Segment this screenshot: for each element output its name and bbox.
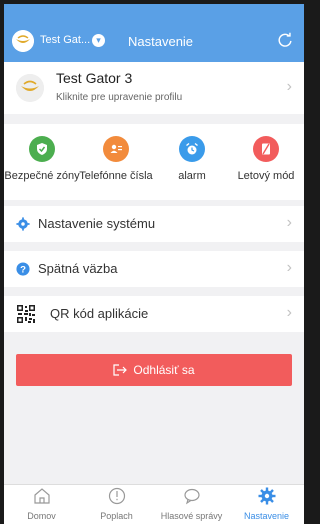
logout-icon [113,364,128,376]
feature-label: Bezpečné zóny [4,170,80,182]
gear-icon [16,217,30,231]
home-icon [33,488,50,504]
menu-feedback[interactable]: ? Spätná väzba › [4,251,304,287]
chevron-right-icon: › [286,304,292,321]
tab-label: Poplach [100,511,133,521]
menu-label: Spätná väzba [38,261,118,276]
menu-label: Nastavenie systému [38,216,156,231]
qr-code-icon [16,304,36,324]
svg-text:?: ? [20,265,26,276]
feature-flight-mode[interactable]: Letový mód [228,136,304,182]
feature-phone-numbers[interactable]: Telefónne čísla [78,136,154,182]
logout-button[interactable]: Odhlásiť sa [16,354,292,386]
profile-avatar [16,74,44,102]
gator-logo-icon [16,74,44,102]
tab-label: Nastavenie [243,511,290,521]
logout-label: Odhlásiť sa [133,363,195,377]
chevron-right-icon: › [286,259,292,276]
feature-label: Telefónne čísla [79,170,153,182]
airplane-mode-off-icon [253,136,279,162]
app-frame: Test Gat... ▾ Nastavenie Test Gator 3 Kl… [4,4,304,524]
profile-subtitle: Kliknite pre upravenie profilu [56,92,183,103]
tab-label: Hlasové správy [160,511,223,521]
chat-bubble-icon [183,488,200,505]
chevron-right-icon: › [286,78,292,95]
tab-voice-messages[interactable]: Hlasové správy [154,487,229,521]
tab-home[interactable]: Domov [4,487,79,521]
profile-name: Test Gator 3 [56,70,133,86]
alarm-clock-icon [179,136,205,162]
bottom-navigation: Domov Poplach Hlasové správy Nastavenie [4,484,304,524]
feature-alarm[interactable]: alarm [154,136,230,182]
tab-label: Domov [27,511,56,521]
feature-safe-zones[interactable]: Bezpečné zóny [4,136,80,182]
refresh-icon[interactable] [276,31,294,49]
menu-qr-code[interactable]: QR kód aplikácie › [4,296,304,332]
chevron-right-icon: › [286,214,292,231]
current-user-name[interactable]: Test Gat... [40,34,90,46]
page-title: Nastavenie [128,34,194,49]
contact-card-icon [103,136,129,162]
chevron-down-icon[interactable]: ▾ [92,34,105,47]
tab-settings[interactable]: Nastavenie [229,487,304,521]
top-bar: Test Gat... ▾ Nastavenie [4,4,304,62]
feature-label: Letový mód [237,170,295,182]
alert-icon [108,487,125,505]
tab-alarm[interactable]: Poplach [79,487,154,521]
feature-label: alarm [178,170,206,182]
profile-card[interactable]: Test Gator 3 Kliknite pre upravenie prof… [4,62,304,114]
shield-check-icon [29,136,55,162]
gator-logo-icon [12,30,34,52]
settings-gear-icon [258,487,275,505]
user-avatar[interactable] [12,30,34,52]
menu-label: QR kód aplikácie [50,306,149,321]
feature-shortcuts: Bezpečné zóny Telefónne čísla alarm Leto… [4,124,304,200]
help-icon: ? [16,262,30,276]
menu-system-settings[interactable]: Nastavenie systému › [4,206,304,242]
